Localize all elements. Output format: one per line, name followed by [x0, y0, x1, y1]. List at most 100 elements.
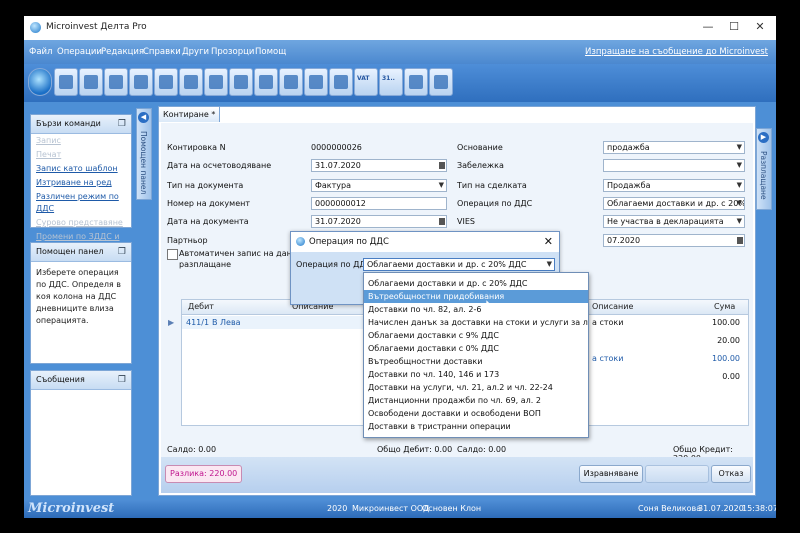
quick-command-item[interactable]: Различен режим по ДДС — [31, 190, 131, 216]
menu-help[interactable]: Помощ — [255, 47, 286, 57]
toolbar-button-3[interactable] — [104, 68, 128, 96]
balance-button[interactable]: Изравняване — [579, 465, 643, 483]
toolbar-button-11[interactable] — [304, 68, 328, 96]
vat-option[interactable]: Освободени доставки и освободени ВОП — [364, 407, 588, 420]
total-debit: Общо Дебит: 0.00 — [377, 445, 453, 454]
date-right-field[interactable]: 07.2020 — [603, 234, 745, 247]
vies-select[interactable]: Не участва в декларацията ▼ — [603, 215, 745, 228]
collapse-arrow-icon[interactable]: ◀ — [138, 112, 149, 123]
toolbar-button-7[interactable] — [204, 68, 228, 96]
date-acc-field[interactable]: 31.07.2020 — [311, 159, 447, 172]
basis-select[interactable]: продажба ▼ — [603, 141, 745, 154]
toolbar-button-8[interactable] — [229, 68, 253, 96]
cancel-button[interactable]: Отказ — [711, 465, 751, 483]
ok-button[interactable] — [645, 465, 709, 483]
calendar-icon[interactable] — [439, 218, 445, 225]
doc-type-select[interactable]: Фактура ▼ — [311, 179, 447, 192]
doc-no-field[interactable]: 0000000012 — [311, 197, 447, 210]
vat-option[interactable]: Облагаеми доставки и др. с 20% ДДС — [364, 277, 588, 290]
menu-operations[interactable]: Операции — [57, 47, 102, 57]
toolbar-button-6[interactable] — [179, 68, 203, 96]
toolbar-button-1[interactable] — [54, 68, 78, 96]
payment-side-tab[interactable]: ▶ Разплащане — [756, 128, 772, 210]
dialog-close-button[interactable]: ✕ — [544, 232, 553, 252]
help-panel-side-tab[interactable]: ◀ Помощен панел — [136, 108, 152, 200]
toolbar-button-5[interactable] — [154, 68, 178, 96]
partner-label: Партньор — [167, 236, 208, 245]
restore-icon[interactable]: ❐ — [118, 115, 126, 133]
calendar-icon — [284, 75, 298, 89]
kontirovka-label: Контировка N — [167, 143, 226, 152]
chevron-down-icon: ▼ — [546, 260, 552, 268]
toolbar-button-9[interactable] — [254, 68, 278, 96]
difference-badge: Разлика: 220.00 — [165, 465, 243, 483]
note-label: Забележка — [457, 161, 504, 170]
deal-type-label: Тип на сделката — [457, 181, 527, 190]
vat-option[interactable]: Облагаеми доставки с 9% ДДС — [364, 329, 588, 342]
status-time: 15:38:07 — [742, 504, 776, 513]
menu-bar: Файл Операции Редакция Справки Други Про… — [24, 40, 776, 64]
credit-sum: 100.00 — [712, 354, 740, 363]
vat-option[interactable]: Доставки по чл. 82, ал. 2-6 — [364, 303, 588, 316]
dialog-vat-select[interactable]: Облагаеми доставки и др. с 20% ДДС ▼ — [363, 258, 555, 271]
menu-other[interactable]: Други — [182, 47, 209, 57]
deal-type-select[interactable]: Продажба ▼ — [603, 179, 745, 192]
chevron-down-icon: ▼ — [736, 199, 742, 207]
vat-op-label: Операция по ДДС — [457, 199, 533, 208]
user-icon — [334, 75, 348, 89]
menu-reports[interactable]: Справки — [143, 47, 181, 57]
date-acc-label: Дата на осчетоводяване — [167, 161, 272, 170]
vat-option[interactable]: Доставки на услуги, чл. 21, ал.2 и чл. 2… — [364, 381, 588, 394]
vat-button[interactable]: VAT — [354, 68, 378, 96]
send-message-link[interactable]: Изпращане на съобщение до Microinvest — [585, 47, 768, 57]
calendar-icon[interactable] — [737, 237, 743, 244]
toolbar-button-10[interactable] — [279, 68, 303, 96]
chat-button[interactable] — [404, 68, 428, 96]
vat-option[interactable]: Начислен данък за доставки на стоки и ус… — [364, 316, 588, 329]
menu-edit[interactable]: Редакция — [101, 47, 144, 57]
auto-payment-checkbox[interactable] — [167, 249, 178, 260]
vat-option[interactable]: Облагаеми доставки с 0% ДДС — [364, 342, 588, 355]
vies-value: Не участва в декларацията — [607, 217, 724, 226]
kontirovka-value: 0000000026 — [311, 143, 362, 152]
calendar-icon[interactable] — [439, 162, 445, 169]
credit-sum: 20.00 — [717, 336, 740, 345]
row-pointer-icon: ▶ — [168, 318, 175, 327]
vat-option[interactable]: Доставки по чл. 140, 146 и 173 — [364, 368, 588, 381]
status-bar: Microinvest 2020 Микроинвест ООД Основен… — [24, 500, 776, 518]
vat-option[interactable]: Вътреобщностни придобивания — [364, 290, 588, 303]
toolbar-button-4[interactable] — [129, 68, 153, 96]
tab-kontirane[interactable]: Контиране * — [158, 106, 220, 122]
debit-row[interactable]: 411/1 В Лева — [182, 316, 382, 329]
menu-windows[interactable]: Прозорци — [211, 47, 254, 57]
help-panel: Помощен панел ❐ Изберете операция по ДДС.… — [30, 242, 132, 364]
expand-arrow-icon[interactable]: ▶ — [758, 132, 769, 143]
note-select[interactable]: ▼ — [603, 159, 745, 172]
restore-icon[interactable]: ❐ — [118, 243, 126, 261]
toolbar-button-12[interactable] — [329, 68, 353, 96]
date-right-value: 07.2020 — [607, 236, 641, 245]
close-window-button[interactable]: ✕ — [748, 19, 772, 35]
documents-icon — [84, 75, 98, 89]
toolbar-button-14[interactable]: 31.. — [379, 68, 403, 96]
minimize-button[interactable]: — — [696, 19, 720, 35]
dialog-field-label: Операция по ДДС — [296, 260, 372, 269]
calculator-icon — [234, 75, 248, 89]
money-icon — [109, 75, 123, 89]
maximize-button[interactable]: ☐ — [722, 19, 746, 35]
quick-command-item[interactable]: Изтриване на ред — [31, 176, 131, 190]
vat-option[interactable]: Вътреобщностни доставки — [364, 355, 588, 368]
vat-op-select[interactable]: Облагаеми доставки и др. с 20% ДД▼ — [603, 197, 745, 210]
quick-command-item[interactable]: Запис като шаблон — [31, 162, 131, 176]
vat-option[interactable]: Дистанционни продажби по чл. 69, ал. 2 — [364, 394, 588, 407]
grid-icon — [184, 75, 198, 89]
chevron-down-icon: ▼ — [736, 217, 742, 225]
vat-option[interactable]: Доставки в тристранни операции — [364, 420, 588, 433]
toolbar-button-2[interactable] — [79, 68, 103, 96]
doc-date-field[interactable]: 31.07.2020 — [311, 215, 447, 228]
home-button[interactable] — [28, 68, 52, 96]
settings-button[interactable] — [429, 68, 453, 96]
restore-icon[interactable]: ❐ — [118, 371, 126, 389]
menu-file[interactable]: Файл — [29, 47, 52, 57]
saldo-left: Салдо: 0.00 — [167, 445, 217, 454]
